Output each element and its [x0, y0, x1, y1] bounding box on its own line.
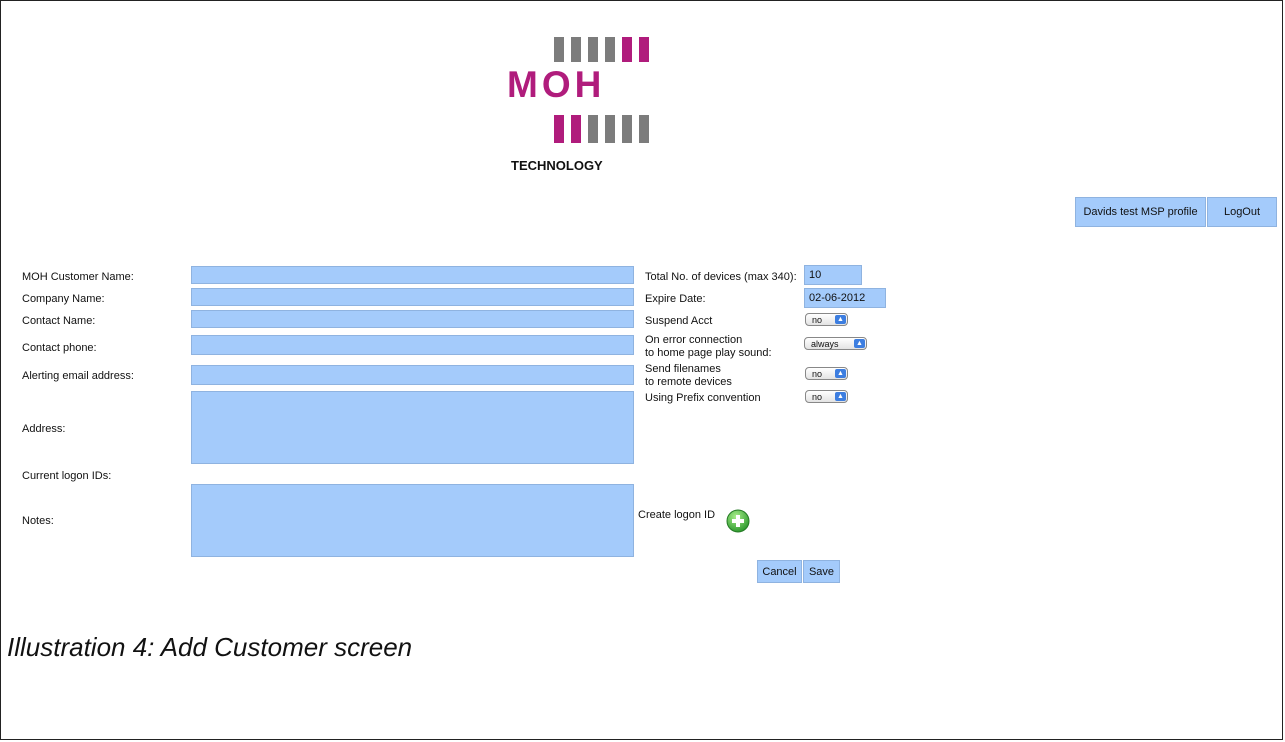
contact-phone-input[interactable] — [191, 335, 634, 355]
logout-button[interactable]: LogOut — [1207, 197, 1277, 227]
company-name-input[interactable] — [191, 288, 634, 306]
notes-label: Notes: — [22, 515, 54, 527]
error-sound-select-value: always — [811, 338, 839, 349]
logo-brand-text: MOH — [507, 64, 606, 105]
plus-circle-icon — [726, 509, 750, 533]
chevron-updown-icon: ▲ — [835, 315, 846, 324]
chevron-updown-icon: ▲ — [835, 392, 846, 401]
moh-logo: MOH TECHNOLOGY — [501, 31, 661, 176]
expire-date-input[interactable] — [804, 288, 886, 308]
logon-ids-label: Current logon IDs: — [22, 470, 112, 482]
devices-input[interactable] — [804, 265, 862, 285]
company-name-label: Company Name: — [22, 293, 105, 305]
address-textarea[interactable] — [191, 391, 634, 464]
notes-textarea[interactable] — [191, 484, 634, 557]
figure-caption: Illustration 4: Add Customer screen — [7, 632, 413, 662]
cancel-button[interactable]: Cancel — [757, 560, 802, 583]
send-filenames-select[interactable]: no ▲ — [805, 367, 848, 380]
error-sound-select[interactable]: always ▲ — [804, 337, 867, 350]
chevron-updown-icon: ▲ — [854, 339, 865, 348]
send-filenames-label-line1: Send filenames — [645, 363, 721, 375]
error-sound-label-line1: On error connection — [645, 334, 743, 346]
save-button[interactable]: Save — [803, 560, 840, 583]
suspend-select[interactable]: no ▲ — [805, 313, 848, 326]
prefix-select-value: no — [812, 391, 823, 402]
chevron-updown-icon: ▲ — [835, 369, 846, 378]
prefix-label: Using Prefix convention — [645, 392, 761, 404]
add-logon-button[interactable] — [726, 509, 750, 533]
customer-name-input[interactable] — [191, 266, 634, 284]
alert-email-label: Alerting email address: — [22, 370, 134, 382]
contact-name-label: Contact Name: — [22, 315, 96, 327]
document-frame: MOH TECHNOLOGY Davids test MSP profile L… — [0, 0, 1283, 740]
contact-name-input[interactable] — [191, 310, 634, 328]
profile-button[interactable]: Davids test MSP profile — [1075, 197, 1206, 227]
send-filenames-label-line2: to remote devices — [645, 376, 732, 388]
error-sound-label-line2: to home page play sound: — [645, 347, 772, 359]
address-label: Address: — [22, 423, 66, 435]
prefix-select[interactable]: no ▲ — [805, 390, 848, 403]
alert-email-input[interactable] — [191, 365, 634, 385]
devices-label: Total No. of devices (max 340): — [645, 271, 797, 283]
suspend-label: Suspend Acct — [645, 315, 713, 327]
logo-subtitle: TECHNOLOGY — [511, 158, 603, 173]
customer-name-label: MOH Customer Name: — [22, 271, 134, 283]
create-logon-label: Create logon ID — [638, 509, 716, 521]
contact-phone-label: Contact phone: — [22, 342, 97, 354]
suspend-select-value: no — [812, 314, 823, 325]
send-filenames-select-value: no — [812, 368, 823, 379]
expire-date-label: Expire Date: — [645, 293, 706, 305]
